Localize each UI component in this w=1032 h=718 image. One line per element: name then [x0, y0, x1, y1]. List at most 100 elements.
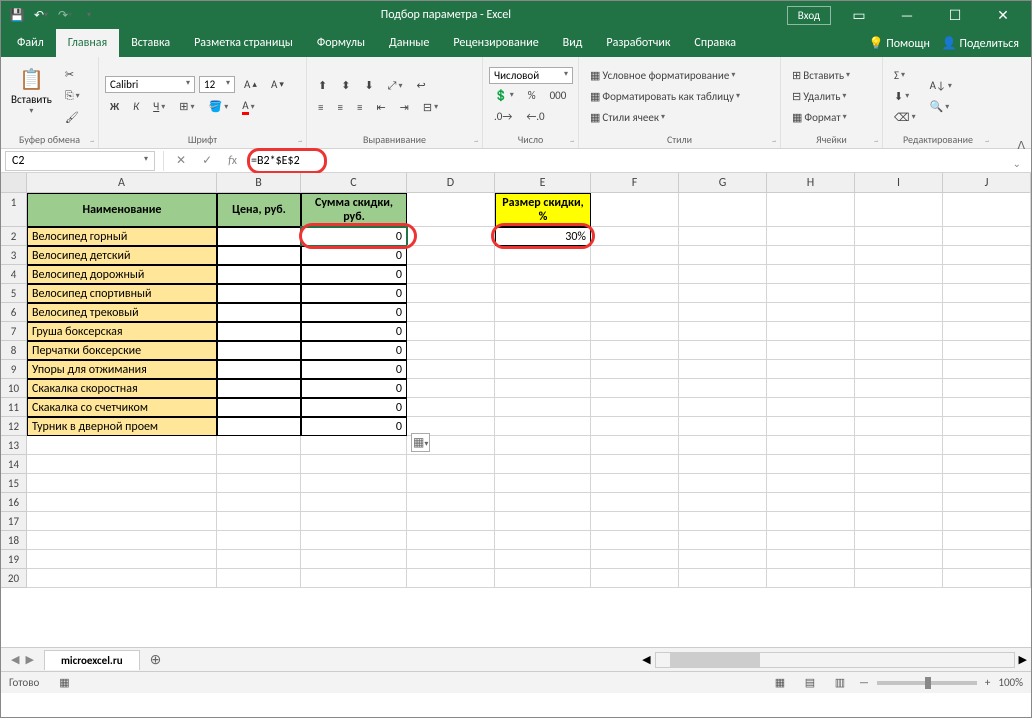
cell-D14[interactable] — [407, 455, 495, 474]
cell-G6[interactable] — [679, 303, 767, 322]
cell-G12[interactable] — [679, 417, 767, 436]
column-header-G[interactable]: G — [679, 173, 767, 192]
cell-C5[interactable]: 0 — [301, 284, 407, 303]
format-as-table-button[interactable]: ▦ Форматировать как таблицу▾ — [585, 87, 774, 106]
cell-A19[interactable] — [27, 550, 217, 569]
cell-J1[interactable] — [943, 193, 1031, 227]
cell-D2[interactable] — [407, 227, 495, 246]
cell-C7[interactable]: 0 — [301, 322, 407, 341]
decrease-indent-icon[interactable]: ⇤ — [371, 98, 390, 117]
cell-B1[interactable]: Цена, руб. — [217, 193, 301, 227]
cell-I4[interactable] — [855, 265, 943, 284]
cell-B6[interactable] — [217, 303, 301, 322]
cell-I12[interactable] — [855, 417, 943, 436]
cell-F11[interactable] — [591, 398, 679, 417]
cell-A12[interactable]: Турник в дверной проем — [27, 417, 217, 436]
cell-H11[interactable] — [767, 398, 855, 417]
number-format-select[interactable]: Числовой▾ — [489, 67, 573, 84]
cell-J16[interactable] — [943, 493, 1031, 512]
cell-H12[interactable] — [767, 417, 855, 436]
tell-me-icon[interactable]: 💡 Помощн — [869, 36, 930, 51]
cell-H1[interactable] — [767, 193, 855, 227]
cell-C19[interactable] — [301, 550, 407, 569]
row-header-15[interactable]: 15 — [1, 474, 27, 493]
cell-E18[interactable] — [495, 531, 591, 550]
cell-F14[interactable] — [591, 455, 679, 474]
column-header-F[interactable]: F — [591, 173, 679, 192]
cell-J19[interactable] — [943, 550, 1031, 569]
cell-E8[interactable] — [495, 341, 591, 360]
row-header-20[interactable]: 20 — [1, 569, 27, 588]
paste-button[interactable]: 📋 Вставить ▾ — [7, 61, 56, 131]
clear-icon[interactable]: ⌫▾ — [889, 108, 921, 127]
cell-F6[interactable] — [591, 303, 679, 322]
cell-E1[interactable]: Размер скидки, % — [495, 193, 591, 227]
cell-E12[interactable] — [495, 417, 591, 436]
cell-E2[interactable]: 30% — [495, 227, 591, 246]
cell-C2[interactable]: 0 — [301, 227, 407, 246]
cell-F19[interactable] — [591, 550, 679, 569]
cell-I3[interactable] — [855, 246, 943, 265]
column-header-E[interactable]: E — [495, 173, 591, 192]
column-header-I[interactable]: I — [855, 173, 943, 192]
cell-F2[interactable] — [591, 227, 679, 246]
cell-F4[interactable] — [591, 265, 679, 284]
cell-F9[interactable] — [591, 360, 679, 379]
cell-B12[interactable] — [217, 417, 301, 436]
row-header-1[interactable]: 1 — [1, 193, 27, 227]
percent-icon[interactable]: % — [523, 86, 541, 105]
cell-B5[interactable] — [217, 284, 301, 303]
cell-H9[interactable] — [767, 360, 855, 379]
increase-decimal-icon[interactable]: .0→ — [489, 107, 517, 126]
cell-D8[interactable] — [407, 341, 495, 360]
column-header-J[interactable]: J — [943, 173, 1031, 192]
cell-A13[interactable] — [27, 436, 217, 455]
column-header-B[interactable]: B — [217, 173, 301, 192]
cell-D11[interactable] — [407, 398, 495, 417]
cell-G11[interactable] — [679, 398, 767, 417]
cell-D6[interactable] — [407, 303, 495, 322]
enter-formula-icon[interactable]: ✓ — [194, 153, 220, 168]
tab-data[interactable]: Данные — [377, 29, 441, 57]
view-page-break-icon[interactable]: ▥ — [829, 674, 851, 692]
formula-input[interactable]: =B2*$E$2 — [245, 152, 1031, 170]
tab-developer[interactable]: Разработчик — [594, 29, 682, 57]
tab-home[interactable]: Главная — [56, 29, 119, 57]
conditional-formatting-button[interactable]: ▦ Условное форматирование▾ — [585, 66, 774, 85]
decrease-decimal-icon[interactable]: ←.0 — [521, 107, 549, 126]
cell-H6[interactable] — [767, 303, 855, 322]
row-header-6[interactable]: 6 — [1, 303, 27, 322]
cell-J20[interactable] — [943, 569, 1031, 588]
borders-icon[interactable]: ⊞▾ — [174, 97, 199, 116]
cell-A18[interactable] — [27, 531, 217, 550]
cell-G1[interactable] — [679, 193, 767, 227]
cell-G19[interactable] — [679, 550, 767, 569]
cell-B10[interactable] — [217, 379, 301, 398]
cell-D5[interactable] — [407, 284, 495, 303]
cell-E7[interactable] — [495, 322, 591, 341]
cell-A4[interactable]: Велосипед дорожный — [27, 265, 217, 284]
cell-C15[interactable] — [301, 474, 407, 493]
cell-B20[interactable] — [217, 569, 301, 588]
row-header-3[interactable]: 3 — [1, 246, 27, 265]
cell-D3[interactable] — [407, 246, 495, 265]
cell-E17[interactable] — [495, 512, 591, 531]
cell-F3[interactable] — [591, 246, 679, 265]
cell-G4[interactable] — [679, 265, 767, 284]
cell-styles-button[interactable]: ▦ Стили ячеек▾ — [585, 108, 774, 127]
sort-filter-icon[interactable]: A↓▾ — [925, 76, 957, 95]
cell-I8[interactable] — [855, 341, 943, 360]
cell-A5[interactable]: Велосипед спортивный — [27, 284, 217, 303]
fx-icon[interactable]: fx — [220, 154, 245, 168]
row-header-2[interactable]: 2 — [1, 227, 27, 246]
cell-F13[interactable] — [591, 436, 679, 455]
cell-C9[interactable]: 0 — [301, 360, 407, 379]
name-box[interactable]: C2▾ — [5, 151, 155, 171]
cell-B2[interactable] — [217, 227, 301, 246]
cell-D1[interactable] — [407, 193, 495, 227]
cell-J3[interactable] — [943, 246, 1031, 265]
hscroll-left-icon[interactable]: ◀ — [642, 653, 650, 666]
cell-C12[interactable]: 0 — [301, 417, 407, 436]
cell-C18[interactable] — [301, 531, 407, 550]
cell-F7[interactable] — [591, 322, 679, 341]
